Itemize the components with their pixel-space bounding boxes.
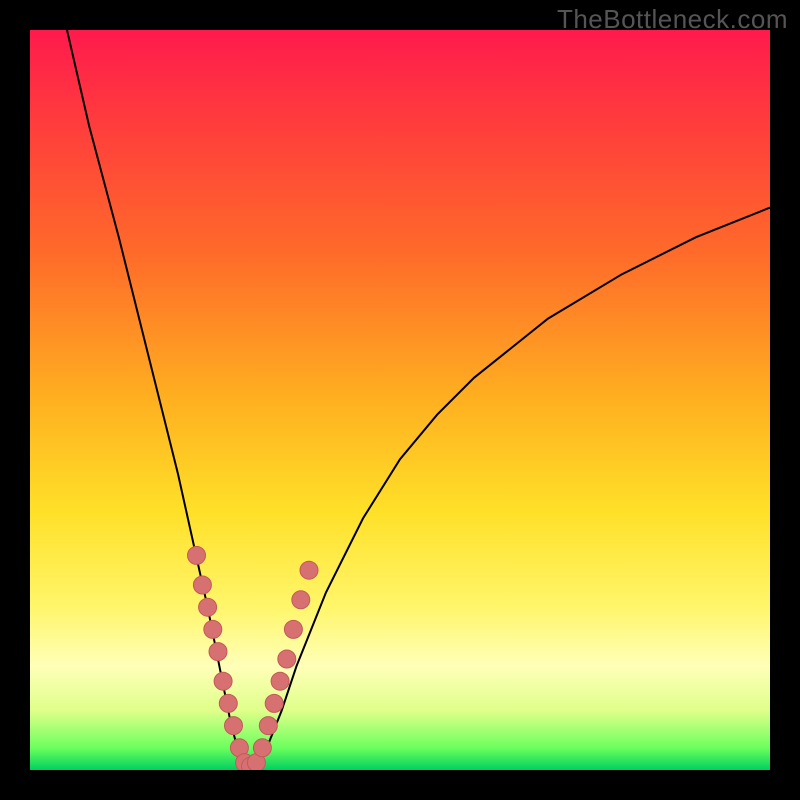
plot-gradient-background [30, 30, 770, 770]
plot-outer [30, 30, 770, 770]
watermark-text: TheBottleneck.com [557, 4, 788, 35]
chart-frame: TheBottleneck.com [0, 0, 800, 800]
